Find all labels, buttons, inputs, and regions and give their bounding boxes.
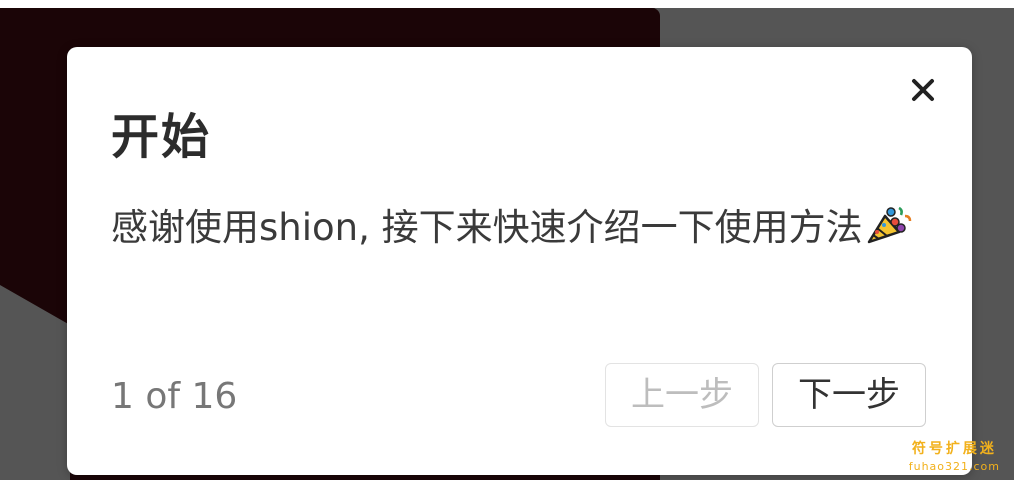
watermark: 符号扩展迷 fuhao321.com	[909, 440, 1000, 476]
tour-popover: 开始 感谢使用shion, 接下来快速介绍一下使用方法 1 of 16 上一步 …	[67, 47, 972, 475]
previous-step-button[interactable]: 上一步	[605, 363, 759, 427]
tour-description: 感谢使用shion, 接下来快速介绍一下使用方法	[111, 199, 931, 263]
tour-title: 开始	[111, 109, 212, 165]
close-icon	[912, 79, 934, 101]
tour-footer: 1 of 16 上一步 下一步	[111, 363, 926, 431]
close-button[interactable]	[908, 75, 938, 105]
step-progress: 1 of 16	[111, 376, 238, 417]
party-popper-icon	[865, 202, 915, 263]
watermark-title: 符号扩展迷	[911, 441, 997, 457]
watermark-url: fuhao321.com	[908, 460, 1000, 473]
tour-description-text: 感谢使用shion, 接下来快速介绍一下使用方法	[111, 206, 863, 249]
next-step-button[interactable]: 下一步	[772, 363, 926, 427]
